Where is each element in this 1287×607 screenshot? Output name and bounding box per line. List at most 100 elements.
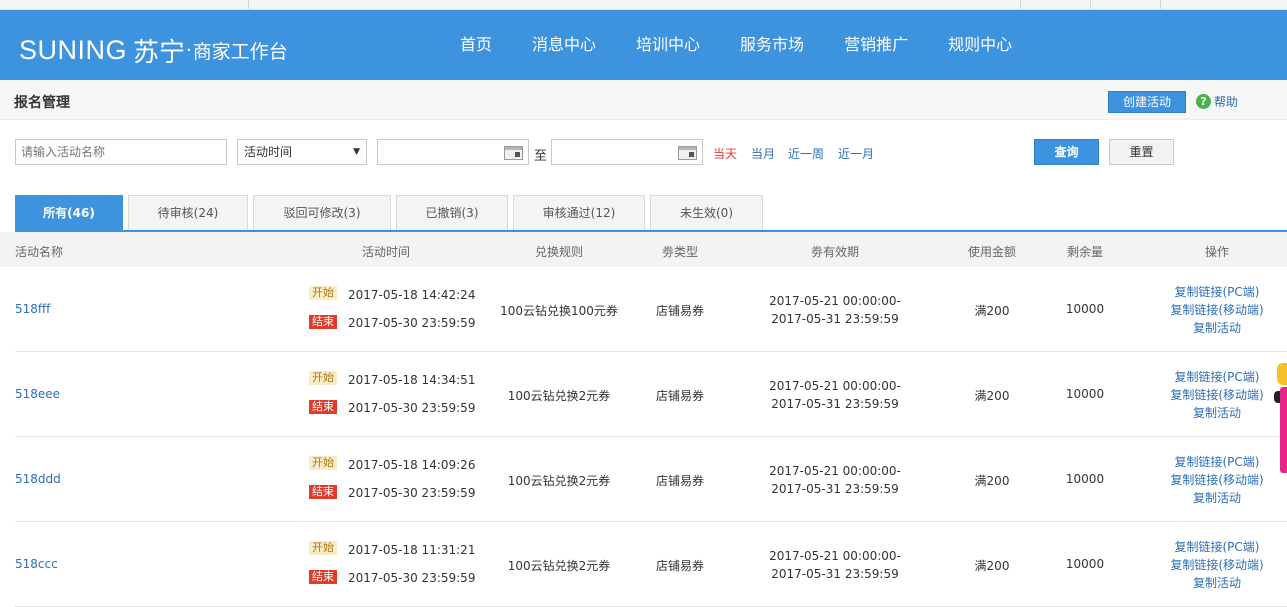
copy-link-pc-link[interactable]: 复制链接(PC端) [1170,368,1263,386]
table-row: 518eee 开始 2017-05-18 14:34:51 结束 2017-05… [15,352,1287,437]
nav-item-home[interactable]: 首页 [440,20,512,70]
calendar-icon[interactable] [504,146,523,160]
title-bar: 报名管理 创建活动 ? 帮助 [0,80,1287,120]
start-date-input[interactable] [377,139,529,165]
table-header: 活动名称 活动时间 兑换规则 劵类型 劵有效期 使用金额 剩余量 操作 [0,232,1287,267]
valid-to: 2017-05-31 23:59:59 [771,482,899,496]
coupon-validity: 2017-05-21 00:00:00- 2017-05-31 23:59:59 [769,292,901,328]
copy-link-mobile-link[interactable]: 复制链接(移动端) [1170,386,1263,404]
copy-activity-link[interactable]: 复制活动 [1170,574,1263,592]
end-time: 2017-05-30 23:59:59 [348,316,476,330]
calendar-icon[interactable] [678,146,697,160]
activity-name-link[interactable]: 518fff [15,302,50,316]
copy-activity-link[interactable]: 复制活动 [1170,489,1263,507]
suning-logo[interactable]: SUNING 苏宁·商家工作台 [19,32,288,69]
use-amount: 满200 [974,559,1010,573]
column-header-type: 劵类型 [661,245,699,259]
quick-range-week[interactable]: 近一周 [788,145,824,162]
main-nav: 首页 消息中心 培训中心 服务市场 营销推广 规则中心 [440,20,1032,70]
activity-name-link[interactable]: 518ccc [15,557,58,571]
floating-widget-icon[interactable] [1277,363,1287,385]
site-header: SUNING 苏宁·商家工作台 首页 消息中心 培训中心 服务市场 营销推广 规则… [0,10,1287,80]
copy-link-mobile-link[interactable]: 复制链接(移动端) [1170,556,1263,574]
tab-not-effective[interactable]: 未生效(0) [650,195,763,230]
exchange-rule: 100云钻兑换2元券 [507,389,611,403]
start-time: 2017-05-18 11:31:21 [348,543,476,557]
quick-range-last-month[interactable]: 近一月 [838,145,874,162]
start-badge: 开始 [309,286,337,300]
activity-name-input[interactable] [15,139,227,165]
help-link[interactable]: ? 帮助 [1196,93,1238,110]
copy-link-pc-link[interactable]: 复制链接(PC端) [1170,283,1263,301]
top-strip-divider [1020,0,1021,9]
use-amount: 满200 [974,474,1010,488]
nav-item-marketing[interactable]: 营销推广 [824,20,928,70]
column-header-remain: 剩余量 [1066,245,1104,259]
nav-item-training[interactable]: 培训中心 [616,20,720,70]
tab-approved[interactable]: 审核通过(12) [513,195,645,230]
end-badge: 结束 [309,570,337,584]
start-badge: 开始 [309,456,337,470]
end-badge: 结束 [309,485,337,499]
row-actions: 复制链接(PC端) 复制链接(移动端) 复制活动 [1170,538,1263,592]
page-title: 报名管理 [14,95,70,111]
column-header-ops: 操作 [1204,245,1230,259]
valid-from: 2017-05-21 00:00:00- [769,294,901,308]
quick-range-month[interactable]: 当月 [751,145,775,162]
remaining-quantity: 10000 [1065,557,1105,571]
copy-activity-link[interactable]: 复制活动 [1170,404,1263,422]
copy-link-pc-link[interactable]: 复制链接(PC端) [1170,453,1263,471]
floating-side-tab[interactable] [1280,387,1287,473]
start-badge: 开始 [309,541,337,555]
activity-name-link[interactable]: 518eee [15,387,60,401]
top-strip-divider [1090,0,1091,9]
use-amount: 满200 [974,389,1010,403]
help-label: 帮助 [1214,95,1239,109]
valid-to: 2017-05-31 23:59:59 [771,567,899,581]
coupon-type: 店铺易券 [655,389,705,403]
tab-all[interactable]: 所有(46) [15,195,123,230]
logo-text-en: SUNING [19,35,128,65]
coupon-validity: 2017-05-21 00:00:00- 2017-05-31 23:59:59 [769,547,901,583]
query-button[interactable]: 查询 [1034,139,1099,165]
valid-from: 2017-05-21 00:00:00- [769,379,901,393]
coupon-type: 店铺易券 [655,474,705,488]
copy-activity-link[interactable]: 复制活动 [1170,319,1263,337]
copy-link-mobile-link[interactable]: 复制链接(移动端) [1170,301,1263,319]
row-actions: 复制链接(PC端) 复制链接(移动端) 复制活动 [1170,368,1263,422]
exchange-rule: 100云钻兑换2元券 [507,474,611,488]
coupon-validity: 2017-05-21 00:00:00- 2017-05-31 23:59:59 [769,377,901,413]
question-circle-icon: ? [1196,94,1211,109]
valid-from: 2017-05-21 00:00:00- [769,549,901,563]
tab-revoked[interactable]: 已撤销(3) [396,195,508,230]
logo-dot: · [186,40,192,61]
tab-rejected-editable[interactable]: 驳回可修改(3) [253,195,391,230]
logo-subtitle: 商家工作台 [192,41,288,63]
nav-item-service-market[interactable]: 服务市场 [720,20,824,70]
start-time: 2017-05-18 14:34:51 [348,373,476,387]
copy-link-mobile-link[interactable]: 复制链接(移动端) [1170,471,1263,489]
tab-pending-review[interactable]: 待审核(24) [128,195,248,230]
row-actions: 复制链接(PC端) 复制链接(移动端) 复制活动 [1170,453,1263,507]
quick-range-today[interactable]: 当天 [713,145,737,162]
create-activity-button[interactable]: 创建活动 [1108,91,1186,113]
valid-to: 2017-05-31 23:59:59 [771,397,899,411]
coupon-type: 店铺易券 [655,559,705,573]
copy-link-pc-link[interactable]: 复制链接(PC端) [1170,538,1263,556]
nav-item-rules[interactable]: 规则中心 [928,20,1032,70]
caret-down-icon: ▼ [353,147,360,157]
use-amount: 满200 [974,304,1010,318]
end-date-input[interactable] [551,139,703,165]
remaining-quantity: 10000 [1065,387,1105,401]
activity-name-link[interactable]: 518ddd [15,472,61,486]
end-badge: 结束 [309,400,337,414]
end-time: 2017-05-30 23:59:59 [348,571,476,585]
reset-button[interactable]: 重置 [1109,139,1174,165]
column-header-amount: 使用金额 [967,245,1017,259]
end-badge: 结束 [309,315,337,329]
nav-item-messages[interactable]: 消息中心 [512,20,616,70]
coupon-validity: 2017-05-21 00:00:00- 2017-05-31 23:59:59 [769,462,901,498]
table-row: 518ddd 开始 2017-05-18 14:09:26 结束 2017-05… [15,437,1287,522]
time-type-select[interactable]: 活动时间 ▼ [237,139,367,165]
logo-text-cn: 苏宁 [133,38,186,68]
